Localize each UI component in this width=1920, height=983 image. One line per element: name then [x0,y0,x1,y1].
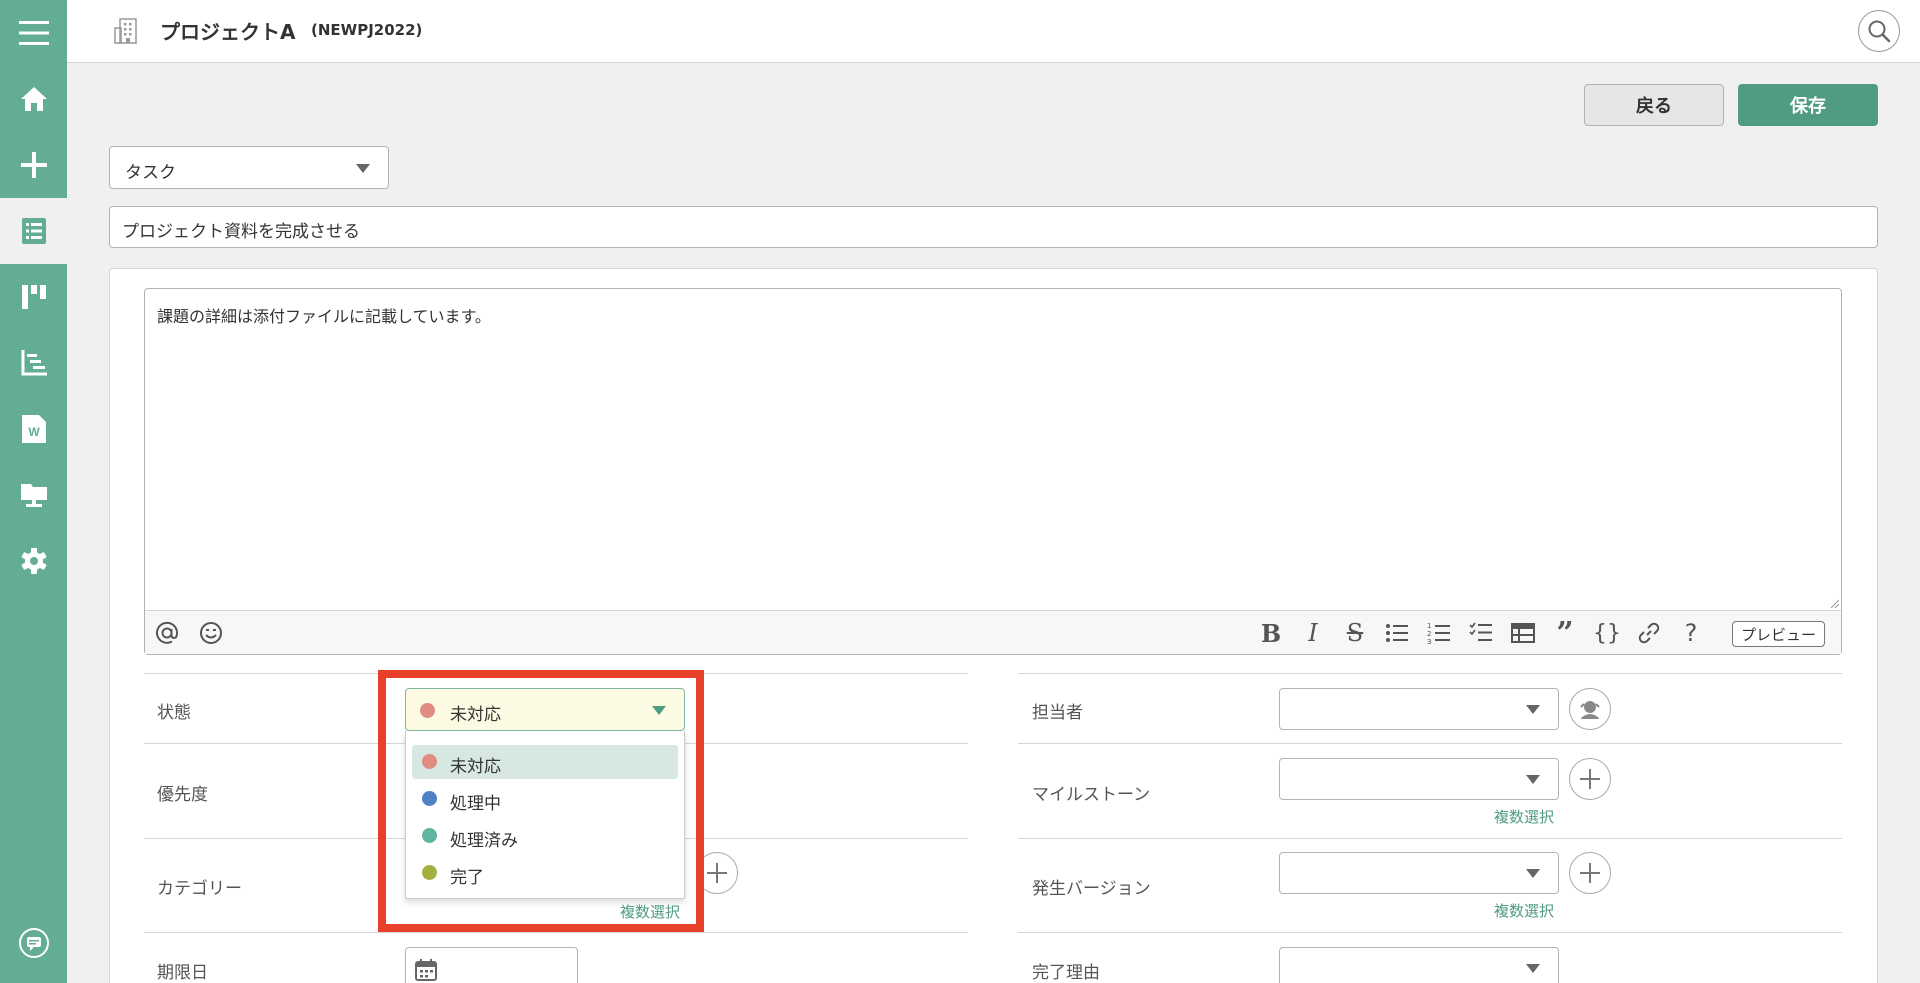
files-icon[interactable] [0,462,67,528]
chevron-down-icon [1526,869,1540,878]
status-option-label: 処理済み [450,831,518,851]
resolution-label: 完了理由 [1032,963,1100,983]
status-option-label: 未対応 [450,757,501,777]
help-chat-icon[interactable] [0,910,67,976]
board-icon[interactable] [0,264,67,330]
chevron-down-icon [356,164,370,173]
issue-type-select[interactable]: タスク [109,146,389,189]
user-icon [1577,696,1603,722]
svg-text:3: 3 [1427,638,1431,645]
status-color-dot [422,754,437,769]
status-option-open[interactable]: 未対応 [412,745,678,779]
priority-label: 優先度 [157,785,208,805]
search-icon [1868,20,1891,43]
bold-icon[interactable]: B [1257,619,1285,648]
issue-list-icon[interactable] [0,198,67,264]
chevron-down-icon [1526,705,1540,714]
mention-icon[interactable] [153,619,181,647]
link-icon[interactable] [1635,619,1663,647]
issue-title-input[interactable]: プロジェクト資料を完成させる [109,206,1878,248]
status-select[interactable]: 未対応 [405,688,685,731]
divider [1018,932,1842,933]
status-label: 状態 [157,703,191,723]
category-multi-select-link[interactable]: 複数選択 [620,901,680,922]
status-option-resolved[interactable]: 処理済み [412,819,678,853]
svg-text:1: 1 [1427,622,1431,630]
status-option-label: 処理中 [450,794,501,814]
due-date-label: 期限日 [157,963,208,983]
quote-icon[interactable]: ” [1551,616,1579,651]
status-dropdown-list: 未対応 処理中 処理済み 完了 [405,731,685,899]
divider [144,932,968,933]
bullet-list-icon[interactable] [1383,619,1411,647]
divider [1018,743,1842,744]
resolution-select[interactable] [1279,947,1559,983]
status-option-label: 完了 [450,868,484,888]
svg-text:W: W [28,425,40,439]
issue-type-value: タスク [125,163,176,183]
strikethrough-icon[interactable]: S [1341,619,1369,647]
back-button[interactable]: 戻る [1584,84,1724,126]
emoji-icon[interactable] [197,619,225,647]
project-name[interactable]: プロジェクトA [160,16,295,45]
wiki-icon[interactable]: W [0,396,67,462]
category-label: カテゴリー [157,879,242,899]
italic-icon[interactable]: I [1299,619,1327,647]
milestone-multi-select-link[interactable]: 複数選択 [1494,806,1554,827]
project-key: (NEWPJ2022) [311,21,423,39]
chevron-down-icon [1526,964,1540,973]
divider [1018,673,1842,674]
settings-icon[interactable] [0,528,67,594]
header: プロジェクトA (NEWPJ2022) [67,0,1920,63]
status-color-dot [422,865,437,880]
search-button[interactable] [1858,10,1900,52]
status-value: 未対応 [450,705,501,725]
version-select[interactable] [1279,852,1559,894]
home-icon[interactable] [0,66,67,132]
checklist-icon[interactable] [1467,619,1495,647]
menu-icon[interactable] [0,0,67,66]
status-color-dot [420,703,435,718]
description-text[interactable]: 課題の詳細は添付ファイルに記載しています。 [157,303,491,327]
milestone-select[interactable] [1279,758,1559,800]
description-editor[interactable]: 課題の詳細は添付ファイルに記載しています。 B I S 123 ” {} ? プ… [144,288,1842,655]
assignee-select[interactable] [1279,688,1559,730]
status-option-closed[interactable]: 完了 [412,856,678,890]
chevron-down-icon [1526,775,1540,784]
divider [1018,838,1842,839]
resize-grip-icon[interactable] [1829,598,1839,608]
save-button[interactable]: 保存 [1738,84,1878,126]
add-version-button[interactable] [1569,852,1611,894]
building-icon [114,18,138,49]
help-icon[interactable]: ? [1677,619,1705,647]
status-option-in-progress[interactable]: 処理中 [412,782,678,816]
assignee-label: 担当者 [1032,703,1083,723]
numbered-list-icon[interactable]: 123 [1425,619,1453,647]
preview-button[interactable]: プレビュー [1731,621,1825,647]
version-label: 発生バージョン [1032,879,1151,899]
svg-text:2: 2 [1427,630,1431,638]
due-date-input[interactable] [405,947,578,983]
calendar-icon[interactable] [414,958,438,982]
milestone-label: マイルストーン [1032,785,1151,805]
gantt-icon[interactable] [0,330,67,396]
editor-toolbar: B I S 123 ” {} ? プレビュー [145,610,1841,654]
status-color-dot [422,828,437,843]
status-color-dot [422,791,437,806]
chevron-down-icon [652,706,666,715]
table-icon[interactable] [1509,619,1537,647]
sidebar: W [0,0,67,983]
add-milestone-button[interactable] [1569,758,1611,800]
add-icon[interactable] [0,132,67,198]
code-icon[interactable]: {} [1593,619,1621,647]
version-multi-select-link[interactable]: 複数選択 [1494,900,1554,921]
